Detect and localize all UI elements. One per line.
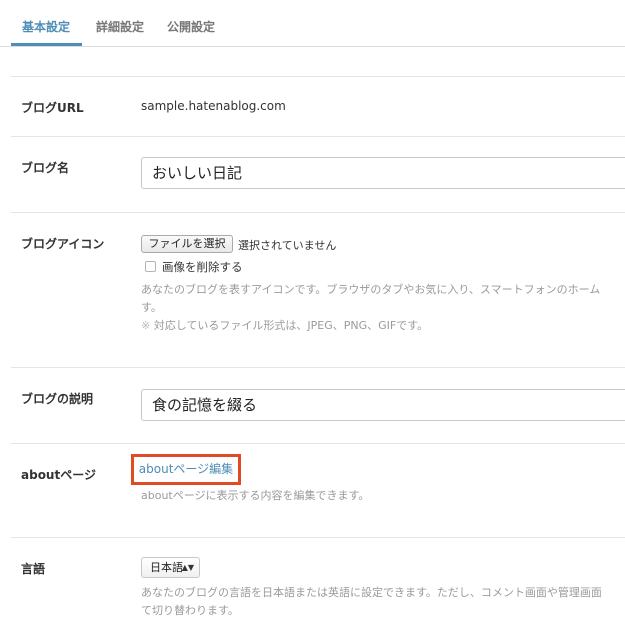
- choose-file-button[interactable]: ファイルを選択: [141, 235, 233, 253]
- note-asterisk-icon: ※: [141, 319, 151, 332]
- language-select[interactable]: 日本語 ▲▼: [141, 557, 200, 578]
- blog-name-input[interactable]: おいしい日記: [141, 157, 625, 189]
- delete-image-label[interactable]: 画像を削除する: [162, 259, 243, 275]
- about-page-label: aboutページ: [21, 468, 96, 482]
- divider: [11, 367, 625, 368]
- tab-public-settings[interactable]: 公開設定: [167, 18, 215, 35]
- blog-description-input[interactable]: 食の記憶を綴る: [141, 389, 625, 421]
- language-help-line1: あなたのブログの言語を日本語または英語に設定できます。ただし、コメント画面や管理…: [141, 586, 602, 599]
- blog-icon-help-line1: あなたのブログを表すアイコンです。ブラウザのタブやお気に入り、スマートフォンのホ…: [141, 283, 601, 296]
- blog-name-label: ブログ名: [21, 161, 70, 175]
- blog-url-label: ブログURL: [21, 101, 84, 115]
- select-arrows-icon: ▲▼: [181, 563, 194, 572]
- language-help-line2: て切り替わります。: [141, 604, 239, 617]
- blog-description-label: ブログの説明: [21, 392, 94, 406]
- delete-image-checkbox[interactable]: [145, 261, 156, 272]
- divider: [11, 537, 625, 538]
- divider: [11, 443, 625, 444]
- blog-icon-label: ブログアイコン: [21, 237, 105, 251]
- tab-basic-settings[interactable]: 基本設定: [22, 18, 70, 35]
- tab-detailed-settings[interactable]: 詳細設定: [96, 18, 144, 35]
- divider: [11, 76, 625, 77]
- divider: [11, 136, 625, 137]
- format-note-text: 対応しているファイル形式は、JPEG、PNG、GIFです。: [150, 319, 429, 332]
- about-page-help: aboutページに表示する内容を編集できます。: [141, 489, 370, 502]
- language-label: 言語: [21, 562, 46, 576]
- blog-icon-format-note: ※ 対応しているファイル形式は、JPEG、PNG、GIFです。: [141, 317, 428, 335]
- settings-tabs: 基本設定 詳細設定 公開設定: [0, 0, 625, 47]
- active-tab-indicator: [11, 43, 82, 46]
- divider: [11, 212, 625, 213]
- blog-icon-help-line2: す。: [141, 301, 162, 314]
- blog-url-value: sample.hatenablog.com: [141, 99, 286, 113]
- language-selected-value: 日本語: [150, 561, 183, 574]
- file-status-text: 選択されていません: [238, 239, 337, 252]
- about-page-edit-link[interactable]: aboutページ編集: [131, 454, 241, 485]
